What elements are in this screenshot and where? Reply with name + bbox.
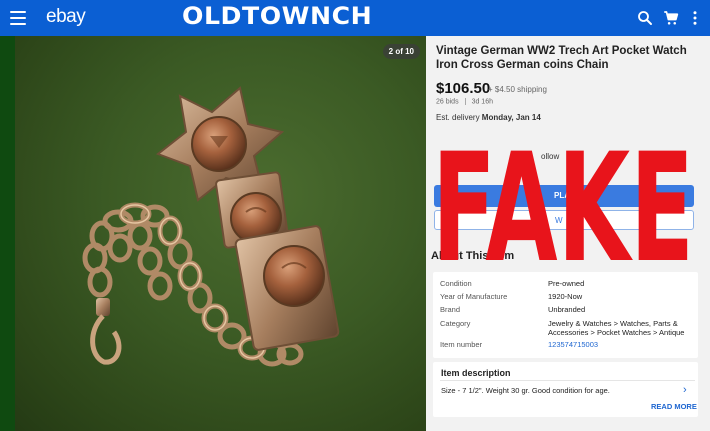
item-title: Vintage German WW2 Trech Art Pocket Watc…	[436, 45, 687, 71]
place-bid-label: PLA	[554, 191, 570, 200]
cart-icon[interactable]	[662, 9, 680, 27]
spec-label-item-number: Item number	[440, 340, 483, 349]
spec-label-category: Category	[440, 319, 471, 328]
menu-icon[interactable]	[10, 11, 26, 25]
spec-value-brand: Unbranded	[548, 305, 586, 314]
spec-label-condition: Condition	[440, 279, 472, 288]
spec-value-year: 1920-Now	[548, 292, 583, 301]
search-icon[interactable]	[636, 9, 654, 27]
divider	[440, 380, 695, 381]
item-details-panel: Vintage German WW2 Trech Art Pocket Watc…	[426, 36, 710, 431]
spec-label-year: Year of Manufacture	[440, 292, 508, 301]
description-text: Size - 7 1/2". Weight 30 gr. Good condit…	[441, 386, 610, 395]
bid-count[interactable]: 26 bids	[436, 98, 459, 105]
delivery-date: Monday, Jan 14	[481, 113, 541, 122]
seller-banner-text: OLDTOWNCH	[182, 2, 373, 30]
item-specifics-card: Condition Pre-owned Year of Manufacture …	[433, 272, 698, 358]
spec-value-item-number[interactable]: 123574715003	[548, 340, 693, 349]
shipping-cost: + $4.50 shipping	[488, 85, 547, 94]
item-description-card[interactable]: Item description Size - 7 1/2". Weight 3…	[433, 362, 698, 417]
read-more-link[interactable]: READ MORE	[651, 402, 697, 411]
ebay-listing-screen: ebay OLDTOWNCH 2 of 10 Vintage German WW…	[0, 0, 710, 431]
chevron-right-icon[interactable]: ›	[683, 384, 687, 396]
description-heading: Item description	[441, 368, 511, 378]
more-vert-icon[interactable]	[686, 9, 704, 27]
place-bid-button[interactable]: PLA	[434, 185, 694, 207]
item-photo-viewer[interactable]: 2 of 10	[0, 36, 426, 431]
follow-seller-link[interactable]: ollow	[541, 152, 559, 161]
photo-counter-badge: 2 of 10	[382, 44, 420, 59]
watch-button[interactable]: W	[434, 210, 694, 230]
ebay-logo[interactable]: ebay	[46, 6, 86, 28]
spec-label-brand: Brand	[440, 305, 461, 314]
spec-value-condition: Pre-owned	[548, 279, 585, 288]
item-photo-watch-chain	[82, 86, 340, 367]
bid-info: 26 bids 3d 16h	[436, 98, 493, 105]
about-heading: About This Item	[431, 250, 515, 262]
top-app-bar: ebay OLDTOWNCH	[0, 0, 710, 36]
estimated-delivery: Est. delivery Monday, Jan 14	[436, 113, 541, 122]
divider	[464, 98, 466, 105]
spec-value-category: Jewelry & Watches > Watches, Parts & Acc…	[548, 319, 685, 337]
item-price: $106.50	[436, 80, 491, 97]
watch-label: W	[555, 216, 563, 225]
delivery-label: Est. delivery	[436, 113, 482, 122]
time-left: 3d 16h	[471, 98, 493, 106]
